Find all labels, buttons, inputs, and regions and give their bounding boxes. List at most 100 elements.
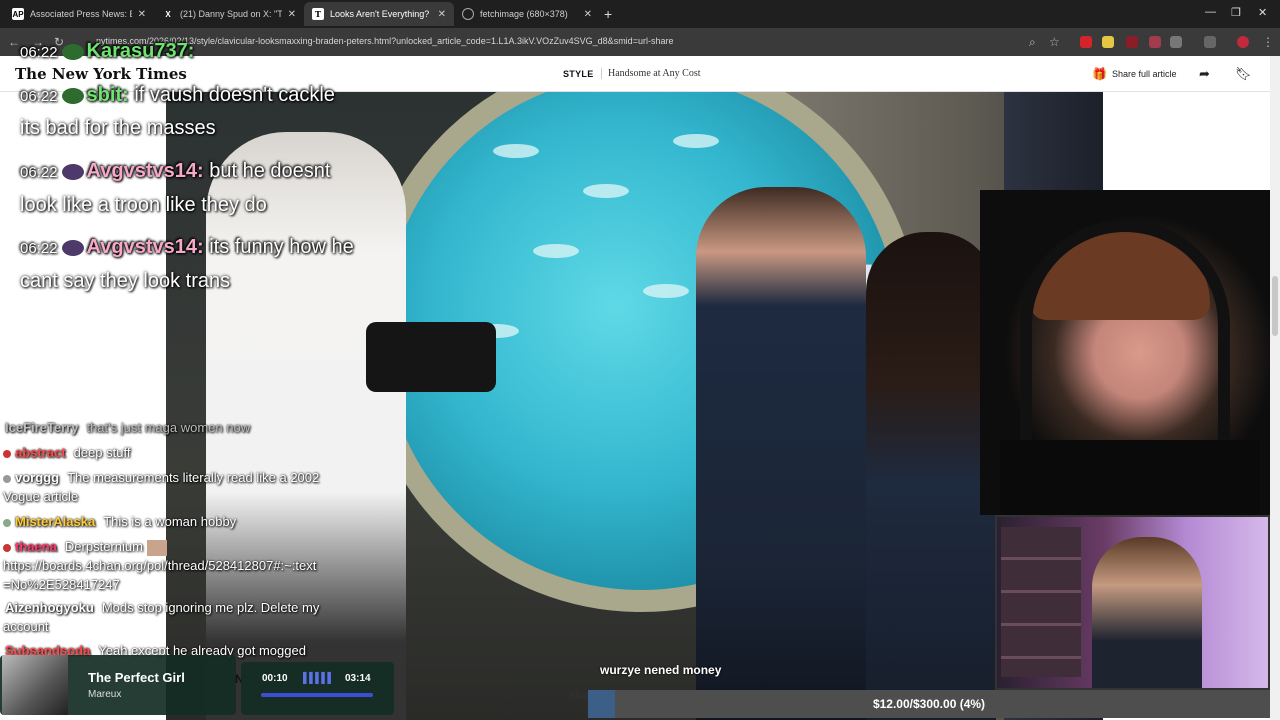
photo-camera bbox=[366, 322, 496, 392]
emote-icon bbox=[146, 539, 167, 556]
chat-text-continued: account bbox=[3, 619, 49, 634]
small-chat-message: thaena Derpsternium bbox=[3, 539, 167, 556]
zoom-icon[interactable]: ⌕ bbox=[1029, 35, 1036, 50]
chat-text-continued: cant say they look trans bbox=[20, 270, 231, 292]
profile-avatar[interactable] bbox=[1237, 36, 1249, 48]
badge-icon bbox=[3, 449, 11, 458]
chat-text-continued: look like a troon like they do bbox=[20, 194, 267, 216]
chat-username: vorggg bbox=[15, 470, 60, 485]
chat-text: its funny how he bbox=[209, 236, 354, 258]
small-chat-message: vorggg The measurements literally read li… bbox=[3, 470, 319, 485]
nyt-favicon-icon: T bbox=[312, 8, 324, 20]
streamer-webcam bbox=[980, 190, 1270, 515]
photo-man bbox=[696, 187, 866, 720]
chat-link[interactable]: https://boards.4chan.org/pol/thread/5284… bbox=[3, 558, 316, 573]
chat-message: 06:22 Karasu737: bbox=[20, 40, 194, 63]
close-icon[interactable]: ✕ bbox=[138, 9, 146, 20]
nyt-logo[interactable]: The New York Times bbox=[15, 65, 187, 83]
track-artist: Mareux bbox=[88, 689, 122, 700]
pepe-badge-icon bbox=[61, 43, 84, 60]
chat-username: abstract bbox=[15, 445, 66, 460]
chat-text: that's just maga women now bbox=[86, 420, 251, 435]
close-icon[interactable]: ✕ bbox=[438, 9, 446, 20]
chat-link-continued[interactable]: =No%2E528417247 bbox=[3, 577, 120, 592]
pepe-badge-icon bbox=[61, 87, 84, 104]
minimize-icon[interactable]: — bbox=[1205, 6, 1216, 18]
close-window-icon[interactable]: ✕ bbox=[1258, 6, 1267, 19]
ap-favicon-icon: AP bbox=[12, 8, 24, 20]
track-progress-bar bbox=[261, 693, 373, 697]
tab-title: Looks Aren't Everything? Clavi bbox=[330, 9, 432, 19]
chat-username: Avgvstvs14: bbox=[86, 236, 204, 258]
track-title: The Perfect Girl bbox=[88, 670, 185, 685]
x-favicon-icon: X bbox=[165, 9, 171, 19]
bookmark-icon[interactable]: 🔖︎ bbox=[1235, 66, 1252, 82]
chat-text: Derpsternium bbox=[64, 539, 143, 554]
article-photo bbox=[166, 92, 1103, 720]
extension-icon[interactable] bbox=[1080, 36, 1092, 48]
small-chat-message: abstract deep stuff bbox=[3, 445, 130, 460]
new-tab-button[interactable]: + bbox=[604, 6, 612, 22]
section-label[interactable]: STYLE bbox=[563, 69, 594, 79]
extension-icon[interactable] bbox=[1102, 36, 1114, 48]
chat-text: deep stuff bbox=[73, 445, 131, 460]
heart-badge-icon bbox=[3, 543, 11, 552]
fish bbox=[673, 134, 719, 148]
chat-username: Avgvstvs14: bbox=[86, 160, 204, 182]
chat-text: Mods stop ignoring me plz. Delete my bbox=[101, 600, 320, 615]
browser-tab-bar: AP Associated Press News: Breaki ✕ X (21… bbox=[0, 0, 1280, 28]
page-scrollbar[interactable] bbox=[1270, 56, 1280, 720]
close-icon[interactable]: ✕ bbox=[288, 9, 296, 20]
chat-message: 06:22 Avgvstvs14: but he doesnt bbox=[20, 160, 330, 183]
chat-timestamp: 06:22 bbox=[20, 88, 58, 105]
chat-message: 06:22 sbit: if vaush doesn't cackle bbox=[20, 84, 335, 107]
fish bbox=[533, 244, 579, 258]
chat-timestamp: 06:22 bbox=[20, 240, 58, 257]
chat-text: but he doesnt bbox=[209, 160, 331, 182]
small-chat-message: MisterAlaska This is a woman hobby bbox=[3, 514, 236, 529]
sidebar-icon[interactable] bbox=[1204, 36, 1216, 48]
tab-title: (21) Danny Spud on X: "Today, bbox=[180, 9, 282, 19]
tab-fetchimage[interactable]: fetchimage (680×378) ✕ bbox=[454, 2, 600, 26]
guest-webcam bbox=[995, 515, 1270, 690]
now-playing-widget: The Perfect Girl Mareux bbox=[0, 655, 236, 715]
badge-icon bbox=[3, 518, 11, 527]
tab-ap-news[interactable]: AP Associated Press News: Breaki ✕ bbox=[4, 2, 154, 26]
tab-nyt-article[interactable]: T Looks Aren't Everything? Clavi ✕ bbox=[304, 2, 454, 26]
chat-username: MisterAlaska bbox=[15, 514, 96, 529]
share-icon[interactable]: ➦ bbox=[1199, 66, 1210, 82]
article-headline: Handsome at Any Cost bbox=[601, 68, 701, 79]
chat-username: sbit: bbox=[86, 84, 129, 106]
chat-timestamp: 06:22 bbox=[20, 164, 58, 181]
tab-x-post[interactable]: X (21) Danny Spud on X: "Today, ✕ bbox=[154, 2, 304, 26]
share-full-article-button[interactable]: 🎁 Share full article bbox=[1092, 67, 1176, 81]
menu-icon[interactable]: ⋮ bbox=[1262, 35, 1274, 49]
album-art bbox=[2, 655, 68, 715]
bookmark-star-icon[interactable]: ☆ bbox=[1049, 35, 1060, 49]
close-icon[interactable]: ✕ bbox=[584, 9, 592, 20]
pepe-badge-icon bbox=[61, 239, 84, 256]
tab-title: fetchimage (680×378) bbox=[480, 9, 568, 19]
tab-title: Associated Press News: Breaki bbox=[30, 9, 132, 19]
extension-icon[interactable] bbox=[1126, 36, 1138, 48]
chat-username: IceFireTerry bbox=[5, 420, 79, 435]
chat-username: Aizenhogyoku bbox=[5, 600, 94, 615]
restore-icon[interactable]: ❐ bbox=[1231, 6, 1241, 19]
webcam-person bbox=[1092, 537, 1202, 688]
total-time: 03:14 bbox=[345, 673, 371, 684]
chat-username: Karasu737: bbox=[86, 40, 195, 62]
globe-icon bbox=[462, 8, 474, 20]
chat-text: This is a woman hobby bbox=[103, 514, 237, 529]
fish bbox=[583, 184, 629, 198]
chat-text-continued: Vogue article bbox=[3, 489, 79, 504]
small-chat-message: Aizenhogyoku Mods stop ignoring me plz. D… bbox=[3, 600, 319, 615]
extensions-puzzle-icon[interactable] bbox=[1170, 36, 1182, 48]
back-icon[interactable]: ← bbox=[8, 35, 20, 49]
track-timer: 00:10 ▌▌▌▌▌ 03:14 bbox=[241, 662, 394, 715]
chat-text-continued: its bad for the masses bbox=[20, 117, 216, 139]
extension-icon[interactable] bbox=[1149, 36, 1161, 48]
scroll-thumb[interactable] bbox=[1272, 276, 1278, 336]
donation-goal-bar: $12.00/$300.00 (4%) bbox=[588, 690, 1270, 718]
small-chat-message: IceFireTerry that's just maga women now bbox=[3, 420, 250, 435]
elapsed-time: 00:10 bbox=[262, 673, 288, 684]
